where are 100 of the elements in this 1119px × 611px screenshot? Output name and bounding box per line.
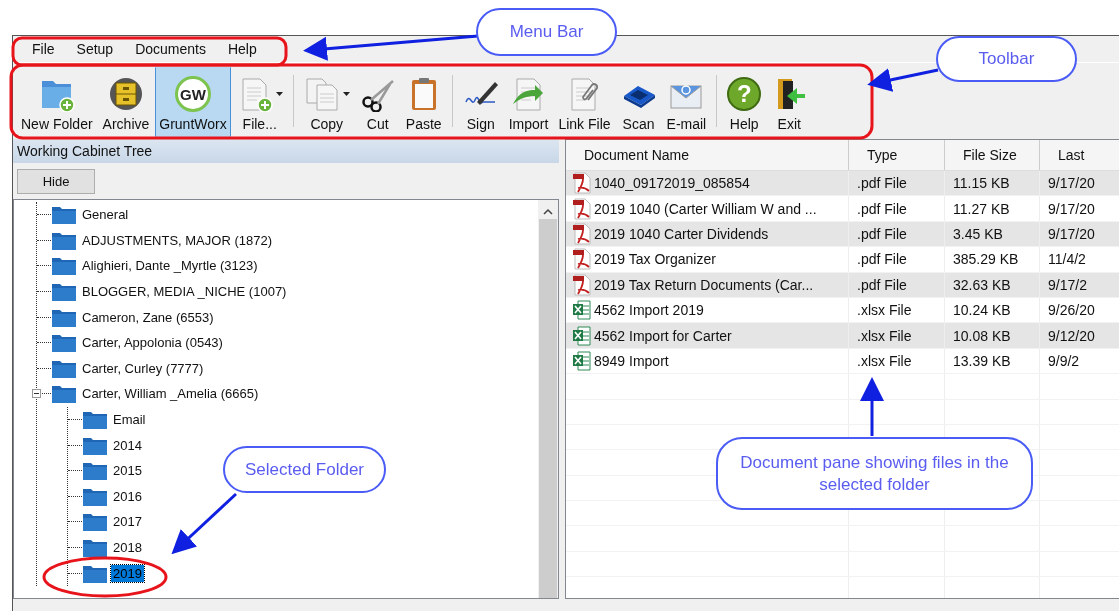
table-cell: 9/17/2 <box>1048 276 1087 293</box>
table-cell: 32.63 KB <box>953 276 1011 293</box>
toolbar-button[interactable]: Archive <box>98 67 154 137</box>
callout-bubble: Document pane showing files in the selected folder <box>716 437 1033 510</box>
toolbar-button[interactable]: E-mail <box>662 67 711 137</box>
table-cell: 3.45 KB <box>953 225 1003 242</box>
spreadsheet-file-icon <box>572 349 592 372</box>
toolbar-button[interactable]: Copy <box>299 67 354 137</box>
folder-icon <box>51 332 77 354</box>
spreadsheet-file-icon <box>572 299 592 322</box>
menu-item[interactable]: Help <box>216 39 268 59</box>
table-cell: 11.15 KB <box>953 175 1010 192</box>
folder-icon <box>82 460 108 482</box>
column-header[interactable]: Document Name <box>566 140 849 170</box>
scrollbar[interactable] <box>538 200 558 598</box>
table-cell: 9/17/20 <box>1048 200 1095 217</box>
table-cell: .xlsx File <box>857 352 912 369</box>
table-cell: 9/12/20 <box>1048 327 1095 344</box>
table-cell: 11/4/2 <box>1048 251 1086 268</box>
pane-title: Working Cabinet Tree <box>13 139 559 163</box>
tree-item[interactable]: BLOGGER, MEDIA _NICHE (1007) <box>80 283 289 301</box>
table-cell: 2019 1040 Carter Dividends <box>594 225 769 242</box>
drawer-cabinet-icon <box>107 76 144 112</box>
column-header[interactable]: Type <box>849 140 945 170</box>
table-cell: 10.08 KB <box>953 327 1011 344</box>
tree-item[interactable]: 2014 <box>111 436 144 454</box>
help-icon: ? <box>727 77 762 111</box>
tree-item[interactable]: Alighieri, Dante _Myrtle (3123) <box>80 257 260 275</box>
callout-bubble: Toolbar <box>936 36 1077 82</box>
toolbar-button[interactable]: Exit <box>767 67 812 137</box>
callout-arrow <box>860 377 884 436</box>
toolbar-button[interactable]: File... <box>232 67 287 137</box>
table-cell: .pdf File <box>857 200 907 217</box>
folder-icon <box>51 281 77 303</box>
toolbar-button[interactable]: ? Help <box>723 67 766 137</box>
spreadsheet-file-icon <box>572 324 592 347</box>
table-cell: .pdf File <box>857 175 907 192</box>
toolbar-button[interactable]: Import <box>504 67 553 137</box>
table-cell: 4562 Import 2019 <box>594 302 704 319</box>
table-cell: 10.24 KB <box>953 302 1011 319</box>
tree-item[interactable]: Carter, William _Amelia (6665) <box>80 385 261 403</box>
tree-item[interactable]: 2015 <box>111 462 144 480</box>
copy-documents-icon <box>303 76 340 112</box>
table-cell: 2019 1040 (Carter William W and ... <box>594 200 817 217</box>
table-cell: 2019 Tax Return Documents (Car... <box>594 276 814 293</box>
table-cell: .pdf File <box>857 225 907 242</box>
column-header[interactable]: Last <box>1040 140 1119 170</box>
tree-item[interactable]: Carter, Appolonia (0543) <box>80 334 225 352</box>
toolbar-button[interactable]: Cut <box>355 67 400 137</box>
hide-button[interactable]: Hide <box>17 168 95 194</box>
table-cell: 9/26/20 <box>1048 302 1095 319</box>
toolbar-button[interactable]: Sign <box>458 67 503 137</box>
tree-item[interactable]: 2016 <box>111 487 144 505</box>
table-cell: .xlsx File <box>857 302 912 319</box>
menu-item[interactable]: Documents <box>124 39 217 59</box>
callout-arrow <box>171 492 238 555</box>
table-cell: 8949 Import <box>594 352 669 369</box>
callout-bubble: Selected Folder <box>223 446 386 493</box>
callout-arrow <box>867 68 939 92</box>
table-cell: 4562 Import for Carter <box>594 327 732 344</box>
table-cell: 385.29 KB <box>953 251 1019 268</box>
toolbar-button[interactable]: New Folder <box>17 67 97 137</box>
toolbar-button[interactable]: Paste <box>401 67 446 137</box>
logo-icon: GW <box>175 76 211 112</box>
scroll-up-icon <box>543 208 553 215</box>
tree-item[interactable]: General <box>80 206 131 224</box>
tree-item[interactable]: ADJUSTMENTS, MAJOR (1872) <box>80 231 274 249</box>
table-cell: 9/9/2 <box>1048 352 1080 369</box>
table-cell: .xlsx File <box>857 327 912 344</box>
toolbar-button[interactable]: Link File <box>554 67 615 137</box>
table-cell: 1040_09172019_085854 <box>594 175 750 192</box>
table-cell: 9/17/20 <box>1048 225 1095 242</box>
pdf-file-icon <box>572 248 592 271</box>
folder-icon <box>82 537 108 558</box>
column-header[interactable]: File Size <box>945 140 1040 170</box>
table-cell: .pdf File <box>857 276 907 293</box>
folder-icon <box>82 409 108 431</box>
menu-item[interactable]: File <box>21 39 66 59</box>
table-cell: 2019 Tax Organizer <box>594 251 716 268</box>
tree-item[interactable]: Cameron, Zane (6553) <box>80 308 216 326</box>
folder-icon <box>82 511 108 533</box>
tree-item[interactable]: 2019 <box>111 564 144 582</box>
pdf-file-icon <box>572 222 592 245</box>
caret-icon <box>342 92 350 96</box>
tree-item[interactable]: Email <box>111 411 148 429</box>
folder-icon <box>51 383 77 405</box>
pdf-file-icon <box>572 197 592 220</box>
toolbar-button[interactable]: Scan <box>616 67 661 137</box>
tree-item[interactable]: 2018 <box>111 539 144 556</box>
toolbar-button[interactable]: GW GruntWorx <box>155 67 231 137</box>
menu-item[interactable]: Setup <box>65 39 125 59</box>
table-cell: 11.27 KB <box>953 200 1010 217</box>
table-cell: .pdf File <box>857 251 907 268</box>
tree-item[interactable]: Carter, Curley (7777) <box>80 359 206 377</box>
callout-bubble: Menu Bar <box>476 8 617 56</box>
table-cell: 9/17/20 <box>1048 175 1095 192</box>
caret-icon <box>275 92 283 96</box>
tree-item[interactable]: 2017 <box>111 513 144 531</box>
collapse-toggle-icon[interactable] <box>32 389 41 399</box>
table-cell: 13.39 KB <box>953 352 1011 369</box>
